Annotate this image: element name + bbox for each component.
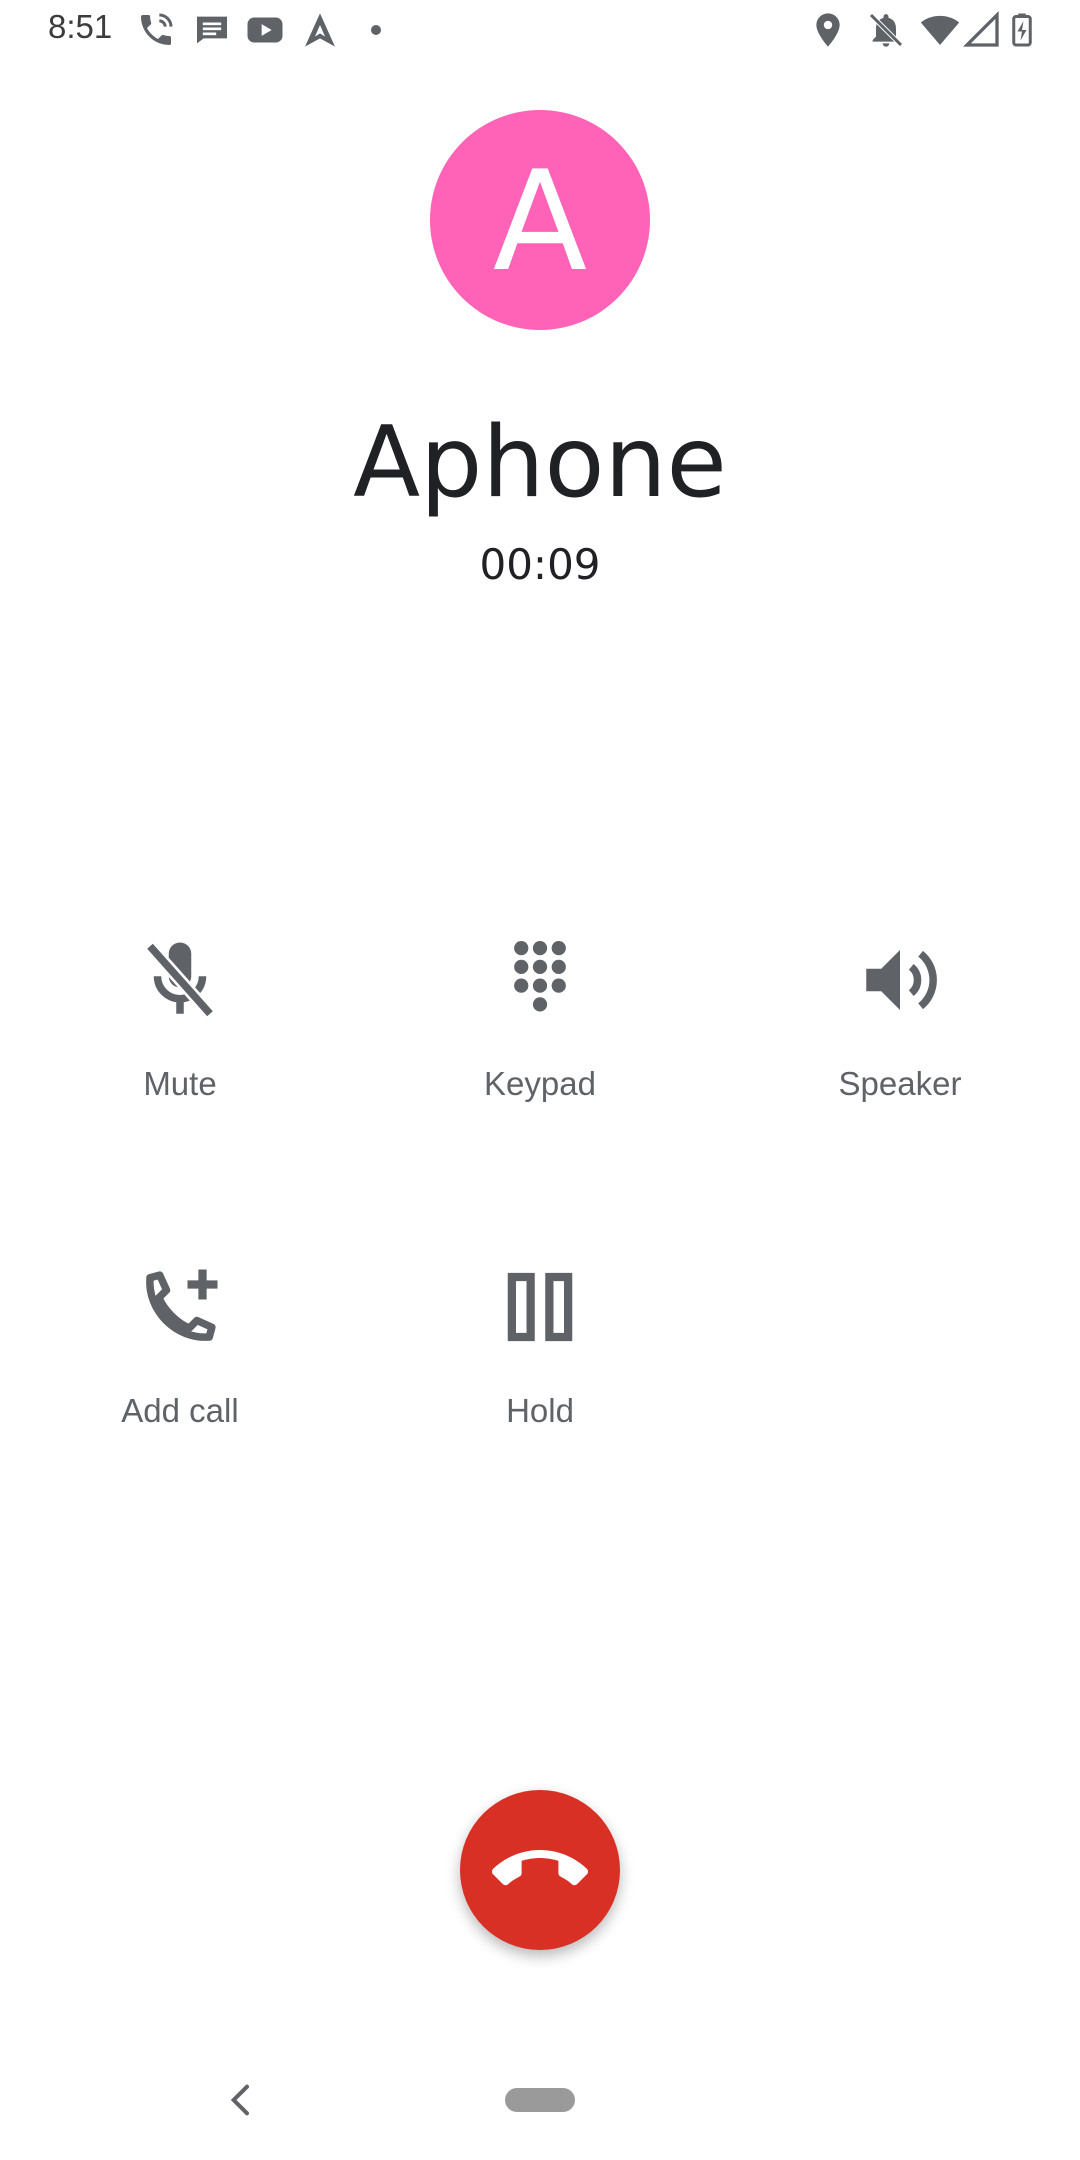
add-call-icon: [135, 1262, 225, 1352]
dialpad-icon: [495, 935, 585, 1025]
back-chevron-icon[interactable]: [222, 2080, 262, 2120]
speaker-button[interactable]: Speaker: [750, 935, 1050, 1165]
home-pill-icon[interactable]: [505, 2088, 575, 2112]
volume-up-icon: [855, 935, 945, 1025]
keypad-button[interactable]: Keypad: [390, 935, 690, 1165]
mic-off-icon: [135, 935, 225, 1025]
caller-name: Aphone: [353, 406, 727, 520]
wifi-icon: [920, 10, 960, 50]
message-icon: [192, 10, 232, 50]
status-bar: 8:51: [0, 0, 1080, 64]
in-call-screen: 8:51 A Aphone 00:09 Mute Keypad Speaker …: [0, 0, 1080, 2160]
dot-icon: [356, 10, 396, 50]
end-call-button[interactable]: [460, 1790, 620, 1950]
mute-label: Mute: [143, 1065, 217, 1102]
pause-icon: [495, 1262, 585, 1352]
end-call-icon: [492, 1822, 588, 1918]
youtube-icon: [245, 10, 285, 50]
notifications-off-icon: [866, 10, 906, 50]
add-call-label: Add call: [121, 1392, 239, 1429]
hold-button[interactable]: Hold: [390, 1262, 690, 1492]
call-duration: 00:09: [479, 540, 601, 589]
status-time: 8:51: [48, 8, 113, 45]
contact-avatar: A: [430, 110, 650, 330]
mute-button[interactable]: Mute: [30, 935, 330, 1165]
navigation-arrow-icon: [300, 10, 340, 50]
signal-icon: [962, 10, 1002, 50]
avatar-initial: A: [492, 141, 588, 302]
add-call-button[interactable]: Add call: [30, 1262, 330, 1492]
battery-charging-icon: [1004, 10, 1040, 50]
hold-label: Hold: [506, 1392, 574, 1429]
phone-call-icon: [136, 10, 176, 50]
keypad-label: Keypad: [484, 1065, 596, 1102]
location-icon: [808, 10, 848, 50]
speaker-label: Speaker: [838, 1065, 962, 1102]
